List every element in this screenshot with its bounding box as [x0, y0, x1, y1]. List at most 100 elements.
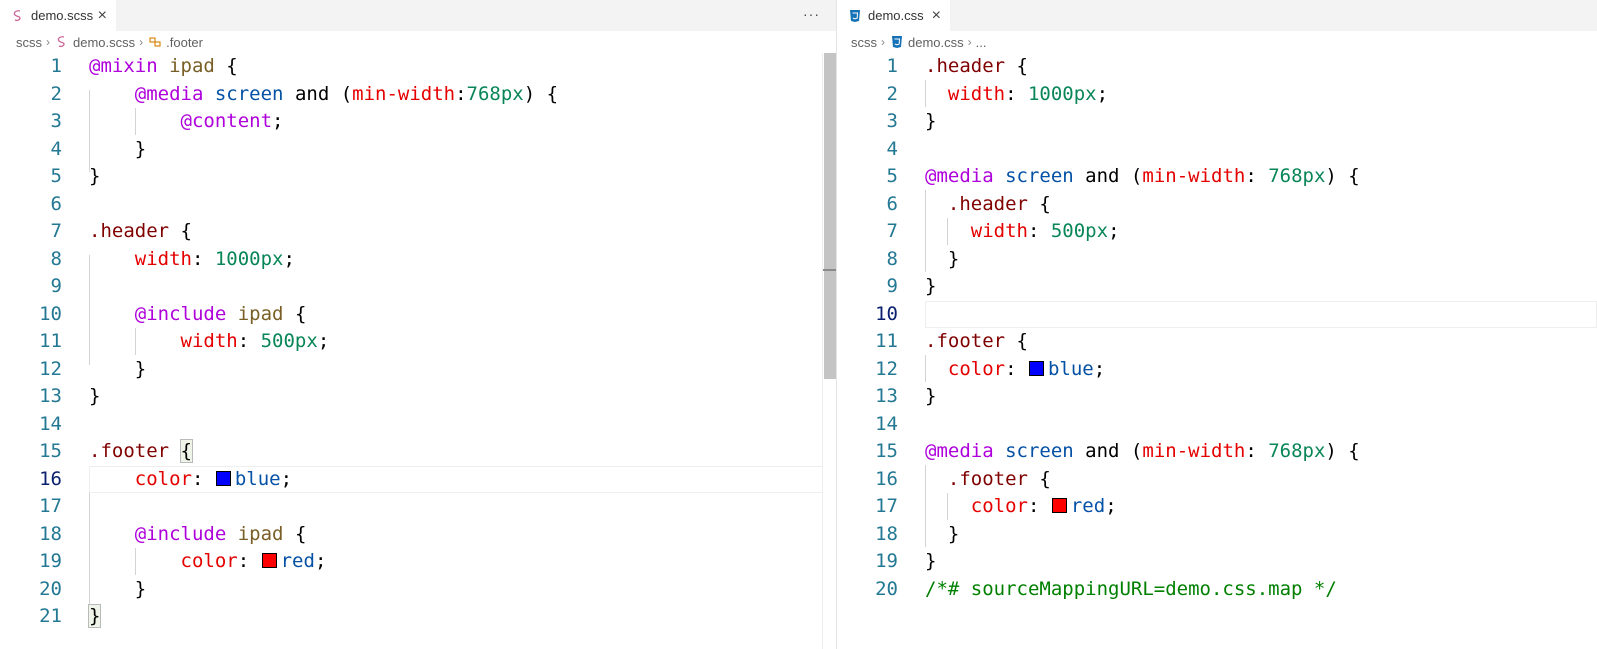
- code-line[interactable]: 20 }: [0, 576, 836, 604]
- code-line[interactable]: 6: [0, 191, 836, 219]
- code-line[interactable]: 12 }: [0, 356, 836, 384]
- code-line[interactable]: 9: [0, 273, 836, 301]
- code-line[interactable]: 10: [837, 300, 1597, 329]
- breadcrumb-file[interactable]: demo.scss: [73, 35, 135, 50]
- sass-icon: [54, 34, 70, 50]
- color-swatch[interactable]: [215, 470, 231, 486]
- punctuation-token: [89, 248, 135, 270]
- code-line[interactable]: 7 .header {: [0, 218, 836, 246]
- code-line[interactable]: 21}: [0, 603, 836, 631]
- code-line[interactable]: 11 width: 500px;: [0, 328, 836, 356]
- code-line[interactable]: 19}: [837, 548, 1597, 576]
- breadcrumb-symbol[interactable]: .footer: [166, 35, 203, 50]
- tab-demo-css[interactable]: demo.css ×: [837, 0, 950, 31]
- more-actions-icon[interactable]: ···: [803, 6, 820, 22]
- vertical-scrollbar[interactable]: [822, 53, 836, 649]
- line-number: 7: [886, 220, 898, 242]
- code-line[interactable]: 10 @include ipad {: [0, 301, 836, 329]
- code-line[interactable]: 15 .footer {: [0, 438, 836, 466]
- breadcrumb-symbol[interactable]: ...: [976, 35, 987, 50]
- close-icon[interactable]: ×: [98, 7, 107, 24]
- property-token: width: [947, 82, 1006, 105]
- code-text: }: [925, 246, 959, 274]
- code-line[interactable]: 3 @content;: [0, 108, 836, 136]
- punctuation-token: :: [455, 82, 467, 105]
- line-number: 5: [886, 165, 898, 187]
- property-token: min-width: [352, 82, 456, 105]
- tab-bar: demo.scss × ···: [0, 0, 836, 31]
- code-line[interactable]: 1 @mixin ipad {: [0, 53, 836, 81]
- breadcrumb-file[interactable]: demo.css: [908, 35, 964, 50]
- code-line[interactable]: 3}: [837, 108, 1597, 136]
- punctuation-token: [89, 523, 135, 545]
- code-line[interactable]: 11 .footer {: [837, 328, 1597, 356]
- code-line[interactable]: 18 @include ipad {: [0, 521, 836, 549]
- code-line[interactable]: 16 color: blue;: [0, 465, 836, 494]
- tab-demo-scss[interactable]: demo.scss ×: [0, 0, 117, 31]
- value-token: red: [280, 550, 315, 572]
- code-line[interactable]: 2 width: 1000px;: [837, 81, 1597, 109]
- code-line[interactable]: 15 @media screen and (min-width: 768px) {: [837, 438, 1597, 466]
- code-line[interactable]: 8 }: [837, 246, 1597, 274]
- punctuation-token: {: [283, 302, 307, 325]
- line-number: 14: [39, 412, 62, 435]
- code-line[interactable]: 8 width: 1000px;: [0, 246, 836, 274]
- code-line[interactable]: 5}: [0, 163, 836, 191]
- code-line[interactable]: 17: [0, 493, 836, 521]
- code-line[interactable]: 6 .header {: [837, 191, 1597, 219]
- punctuation-token: }: [89, 577, 147, 600]
- code-text: color: red;: [925, 493, 1117, 521]
- punctuation-token: [925, 83, 948, 105]
- code-text: }: [925, 548, 936, 576]
- line-number: 9: [50, 275, 62, 297]
- punctuation-token: ) {: [523, 82, 559, 105]
- code-line[interactable]: 13}: [837, 383, 1597, 411]
- selector-token: .footer: [89, 440, 170, 462]
- color-swatch[interactable]: [1051, 498, 1067, 513]
- code-line[interactable]: 7 width: 500px;: [837, 218, 1597, 246]
- punctuation-token: }: [925, 275, 937, 297]
- number-token: 1000px: [214, 247, 284, 270]
- code-text: @media screen and (min-width: 768px) {: [925, 438, 1360, 466]
- code-line[interactable]: 19 color: red;: [0, 548, 836, 576]
- code-line[interactable]: 14: [0, 411, 836, 439]
- code-text: }: [925, 521, 959, 549]
- value-token: screen: [1005, 165, 1074, 187]
- code-line[interactable]: 18 }: [837, 521, 1597, 549]
- selector-token: .footer: [925, 330, 1006, 352]
- code-line[interactable]: 4 }: [0, 136, 836, 164]
- number-token: 768px: [1268, 165, 1326, 187]
- code-line[interactable]: 17 color: red;: [837, 493, 1597, 521]
- number-token: 500px: [1050, 220, 1109, 242]
- code-editor-css[interactable]: 1 .header {2 width: 1000px; 3} 4 5 @media scr…: [837, 53, 1597, 649]
- code-line[interactable]: 14: [837, 411, 1597, 439]
- code-text: width: 1000px;: [89, 246, 295, 274]
- code-line[interactable]: 9}: [837, 273, 1597, 301]
- punctuation-token: :: [1027, 495, 1051, 517]
- punctuation-token: [89, 330, 181, 352]
- code-line[interactable]: 1 .header {: [837, 53, 1597, 81]
- code-line[interactable]: 4: [837, 136, 1597, 164]
- keyword-token: @media: [925, 440, 994, 462]
- code-editor-scss[interactable]: 1 @mixin ipad {2 @media screen and (min-w…: [0, 53, 836, 649]
- code-line[interactable]: 20 /*# sourceMappingURL=demo.css.map */: [837, 576, 1597, 604]
- code-line[interactable]: 2 @media screen and (min-width:768px) {: [0, 81, 836, 109]
- close-icon[interactable]: ×: [932, 7, 941, 24]
- cursor-ruler-mark: [823, 269, 836, 271]
- property-token: width: [134, 247, 192, 270]
- punctuation-token: [89, 303, 135, 325]
- code-line[interactable]: 5 @media screen and (min-width: 768px) {: [837, 163, 1597, 191]
- punctuation-token: {: [1005, 55, 1028, 77]
- breadcrumb-folder[interactable]: scss: [16, 35, 42, 50]
- code-line[interactable]: 13}: [0, 383, 836, 411]
- code-line[interactable]: 16 .footer {: [837, 466, 1597, 494]
- line-number: 3: [50, 110, 62, 132]
- color-swatch[interactable]: [1028, 360, 1044, 376]
- line-number: 5: [50, 165, 62, 187]
- punctuation-token: {: [283, 522, 307, 545]
- scrollbar-thumb[interactable]: [824, 53, 836, 379]
- number-token: 768px: [466, 82, 524, 105]
- code-line[interactable]: 12 color: blue;: [837, 356, 1597, 384]
- color-swatch[interactable]: [261, 553, 277, 568]
- breadcrumb-folder[interactable]: scss: [851, 35, 877, 50]
